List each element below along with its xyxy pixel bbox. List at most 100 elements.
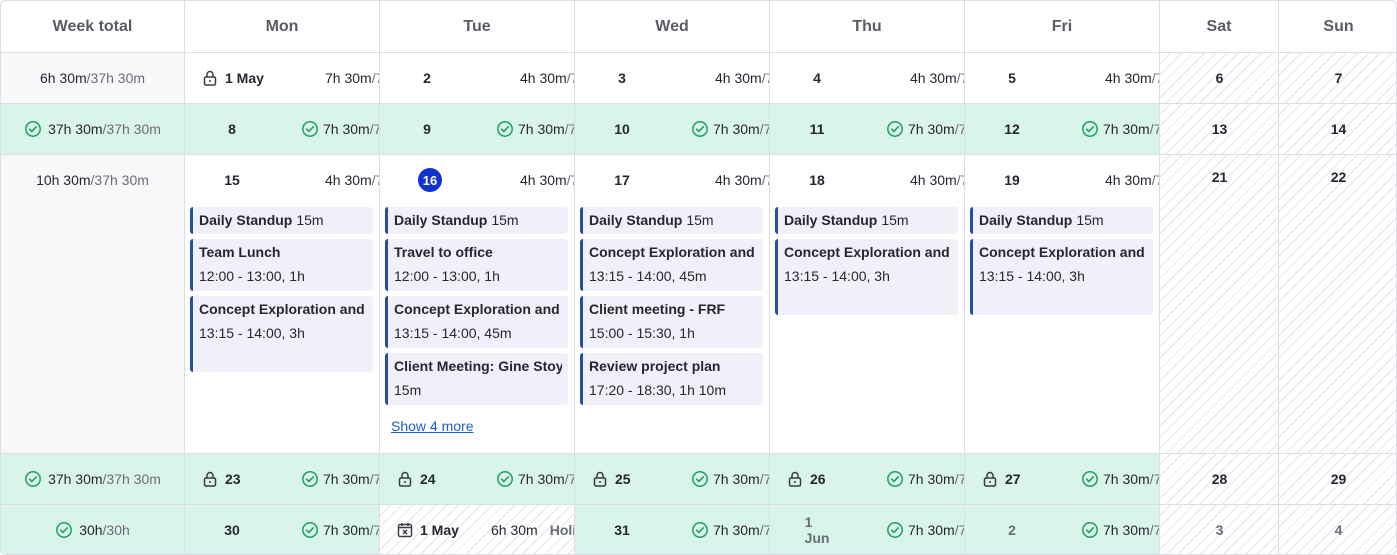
event-card[interactable]: Concept Exploration and Design 13:15 - 14…: [580, 239, 763, 291]
day-number: 6: [1215, 70, 1224, 86]
hours-target: /7h 30m: [369, 121, 379, 137]
event-card[interactable]: Review project plan 17:20 - 18:30, 1h 10m: [580, 353, 763, 405]
event-title-text: Daily Standup: [199, 212, 293, 228]
hours-logged: 7h 30m: [908, 471, 955, 487]
day-cell[interactable]: 164h 30m/7h 30mDaily Standup15mTravel to…: [380, 155, 575, 453]
event-duration: 15m: [881, 212, 909, 228]
day-cell[interactable]: 9 7h 30m/7h 30m: [380, 104, 575, 154]
event-title-text: Client Meeting: Gine Stoy: [394, 358, 562, 374]
day-cell[interactable]: 2 4h 30m/7h 30m: [380, 53, 575, 103]
day-cell[interactable]: 18 4h 30m/7h 30m Daily Standup15m Concept E…: [770, 155, 965, 453]
day-cell[interactable]: 30 7h 30m/7h 30m: [185, 505, 380, 554]
day-number: 8: [228, 121, 236, 137]
day-cell[interactable]: 6: [1160, 53, 1279, 103]
day-cell[interactable]: 15 4h 30m/7h 30m Daily Standup15m Team Lunc…: [185, 155, 380, 453]
day-cell[interactable]: 29: [1279, 454, 1396, 504]
day-number: 30: [224, 522, 240, 538]
day-number: 4: [1334, 522, 1343, 538]
event-card[interactable]: Daily Standup 15m: [775, 207, 958, 234]
day-cell[interactable]: 4: [1279, 505, 1396, 554]
event-card[interactable]: Client meeting - FRF 15:00 - 15:30, 1h: [580, 296, 763, 348]
day-number: 4: [813, 70, 821, 86]
day-cell[interactable]: 10 7h 30m/7h 30m: [575, 104, 770, 154]
day-cell[interactable]: 8 7h 30m/7h 30m: [185, 104, 380, 154]
day-cell[interactable]: 2 7h 30m/7h 30m: [965, 505, 1160, 554]
day-cell[interactable]: 12 7h 30m/7h 30m: [965, 104, 1160, 154]
day-cell[interactable]: 26 7h 30m/7h 30m: [770, 454, 965, 504]
hours-target: /7h 30m: [564, 121, 574, 137]
event-time: 15:00 - 15:30, 1h: [589, 325, 695, 341]
hours-logged: 7h 30m: [908, 522, 955, 538]
week-total-cell[interactable]: 30h/30h: [1, 505, 185, 554]
week-total-hours: 37h 30m: [48, 121, 103, 137]
event-card[interactable]: Travel to office 12:00 - 13:00, 1h: [385, 239, 568, 291]
day-cell[interactable]: 1 Jun 7h 30m/7h 30m: [770, 505, 965, 554]
hours-logged: 7h 30m: [518, 471, 565, 487]
day-number: 2: [423, 70, 431, 86]
day-cell[interactable]: 7: [1279, 53, 1396, 103]
day-cell[interactable]: 13: [1160, 104, 1279, 154]
day-cell[interactable]: 23 7h 30m/7h 30m: [185, 454, 380, 504]
event-title-text: Concept Exploration and Design: [199, 301, 367, 317]
event-card[interactable]: Daily Standup 15m: [970, 207, 1153, 234]
week-total-target: /37h 30m: [102, 121, 161, 137]
day-cell[interactable]: 27 7h 30m/7h 30m: [965, 454, 1160, 504]
event-title-text: Client meeting - FRF: [589, 301, 726, 317]
event-card[interactable]: Concept Exploration and Design 13:15 - 14…: [190, 296, 373, 372]
week-total-cell[interactable]: 37h 30m/37h 30m: [1, 104, 185, 154]
week-total-target: /37h 30m: [86, 70, 146, 86]
event-card[interactable]: Daily Standup 15m: [580, 207, 763, 234]
day-cell[interactable]: 1 May 6h 30m Holiday: [380, 505, 575, 554]
hours-logged: 4h 30m: [715, 172, 762, 188]
event-card[interactable]: Concept Exploration and Design 13:15 - 14…: [970, 239, 1153, 315]
day-cell[interactable]: 5 4h 30m/7h 30m: [965, 53, 1160, 103]
day-cell[interactable]: 3: [1160, 505, 1279, 554]
day-hours: 4h 30m/7h 30m: [520, 155, 574, 205]
day-cell[interactable]: 1 May 7h 30m/7h 30m: [185, 53, 380, 103]
week-total-cell[interactable]: 6h 30m/37h 30m: [1, 53, 185, 103]
hours-logged: 4h 30m: [520, 70, 567, 86]
day-cell[interactable]: 3 4h 30m/7h 30m: [575, 53, 770, 103]
week-row: 10h 30m/37h 30m 15 4h 30m/7h 30m Daily Stan…: [1, 155, 1396, 454]
day-cell[interactable]: 19 4h 30m/7h 30m Daily Standup15m Concept E…: [965, 155, 1160, 453]
lock-icon: [396, 470, 414, 488]
day-cell[interactable]: 28: [1160, 454, 1279, 504]
hours-logged: 7h 30m: [323, 121, 370, 137]
day-hours: 7h 30m/7h 30m: [325, 53, 379, 103]
day-hours: 7h 30m/7h 30m: [301, 104, 379, 154]
day-cell[interactable]: 4 4h 30m/7h 30m: [770, 53, 965, 103]
event-card[interactable]: Client Meeting: Gine Stoy 15m: [385, 353, 568, 405]
week-total-target: /30h: [102, 522, 130, 538]
event-time: 13:15 - 14:00, 3h: [784, 268, 890, 284]
day-cell[interactable]: 24 7h 30m/7h 30m: [380, 454, 575, 504]
day-cell[interactable]: 21: [1160, 155, 1279, 453]
day-hours: 4h 30m/7h 30m: [715, 155, 769, 205]
day-cell[interactable]: 11 7h 30m/7h 30m: [770, 104, 965, 154]
event-duration: 15m: [296, 212, 324, 228]
event-title: Client Meeting: Gine Stoy: [394, 356, 562, 376]
day-number: 17: [614, 172, 630, 188]
day-cell[interactable]: 22: [1279, 155, 1396, 453]
hours-logged: 4h 30m: [715, 70, 762, 86]
event-card[interactable]: Daily Standup 15m: [385, 207, 568, 234]
week-total-hours: 37h 30m: [48, 471, 103, 487]
event-title: Daily Standup 15m: [589, 210, 757, 230]
show-more-link[interactable]: Show 4 more: [391, 418, 473, 434]
week-total-cell[interactable]: 37h 30m/37h 30m: [1, 454, 185, 504]
event-card[interactable]: Daily Standup 15m: [190, 207, 373, 234]
check-circle-icon: [55, 521, 73, 539]
day-cell[interactable]: 25 7h 30m/7h 30m: [575, 454, 770, 504]
event-time: 12:00 - 13:00, 1h: [394, 268, 500, 284]
hours-logged: 4h 30m: [1105, 172, 1152, 188]
week-total-cell[interactable]: 10h 30m/37h 30m: [1, 155, 185, 453]
event-card[interactable]: Team Lunch 12:00 - 13:00, 1h: [190, 239, 373, 291]
check-circle-icon: [691, 120, 709, 138]
day-cell[interactable]: 31 7h 30m/7h 30m: [575, 505, 770, 554]
event-card[interactable]: Concept Exploration and Design 13:15 - 14…: [775, 239, 958, 315]
day-number: 10: [614, 121, 630, 137]
day-cell[interactable]: 14: [1279, 104, 1396, 154]
hours-logged: 4h 30m: [910, 70, 957, 86]
day-hours: 7h 30m/7h 30m: [691, 454, 769, 504]
event-card[interactable]: Concept Exploration and Design 13:15 - 14…: [385, 296, 568, 348]
day-cell[interactable]: 17 4h 30m/7h 30m Daily Standup15m Concept E…: [575, 155, 770, 453]
